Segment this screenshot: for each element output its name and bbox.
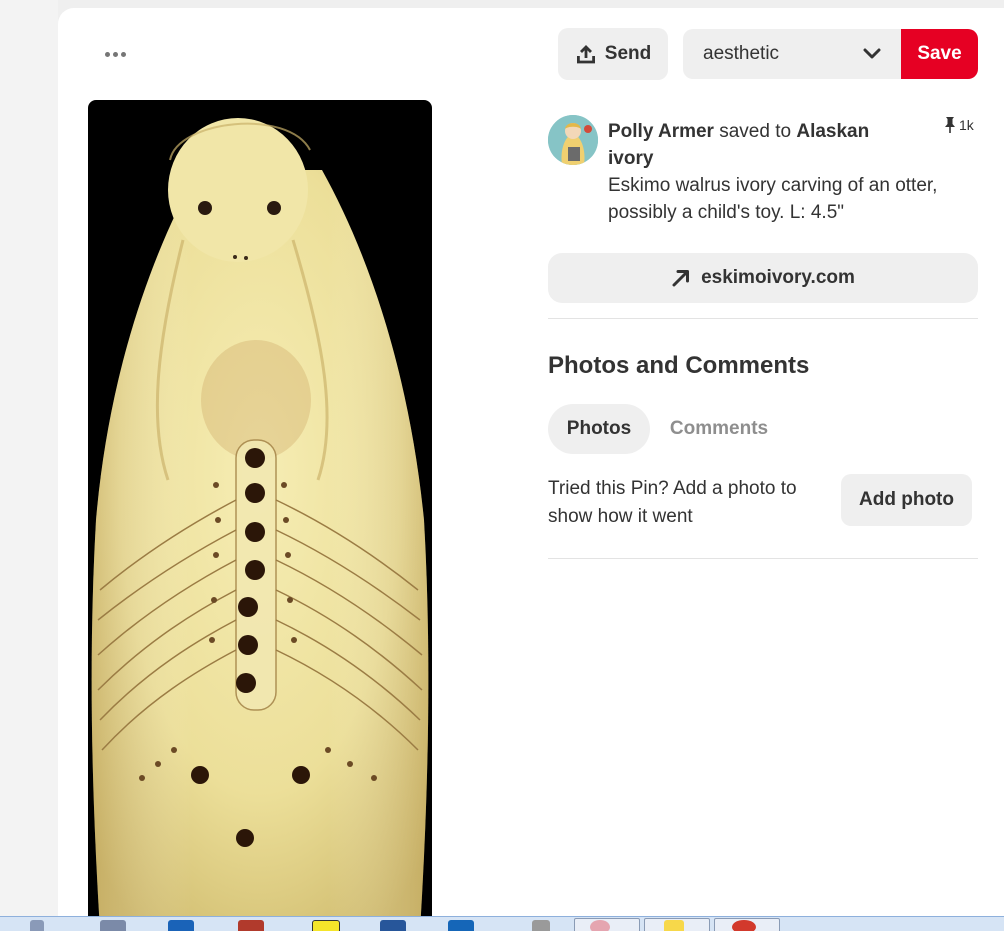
saved-to-text: saved to	[713, 121, 797, 142]
source-link-button[interactable]: eskimoivory.com	[548, 253, 978, 303]
pinner-attribution: Polly Armer saved to Alaskan ivory	[608, 118, 908, 172]
divider	[548, 558, 978, 559]
more-dot	[112, 51, 118, 57]
taskbar-app-icon	[590, 920, 610, 931]
pin-count-value: 1k	[959, 117, 974, 133]
save-button[interactable]: Save	[901, 29, 978, 79]
section-title: Photos and Comments	[548, 352, 810, 379]
pin-image[interactable]	[88, 100, 432, 930]
divider	[548, 318, 978, 319]
pushpin-icon	[945, 117, 955, 133]
taskbar-app-icon[interactable]	[312, 920, 340, 931]
pinner-name-link[interactable]: Polly Armer	[608, 121, 714, 142]
user-avatar-image	[548, 115, 598, 165]
board-select-dropdown[interactable]: aesthetic	[683, 29, 901, 79]
pin-count: 1k	[944, 116, 974, 134]
pin-description: Eskimo walrus ivory carving of an otter,…	[608, 175, 938, 223]
taskbar-app-icon[interactable]	[532, 920, 550, 931]
pin-closeup-card: Send aesthetic Save Polly Armer saved to…	[58, 8, 1004, 930]
more-options-button[interactable]	[100, 44, 130, 64]
taskbar-app-icon[interactable]	[100, 920, 126, 931]
source-link-label: eskimoivory.com	[701, 267, 855, 288]
board-select-value: aesthetic	[703, 43, 780, 64]
page-background	[0, 0, 58, 916]
tab-photos[interactable]: Photos	[548, 404, 650, 454]
tried-pin-prompt: Tried this Pin? Add a photo to show how …	[548, 478, 797, 527]
taskbar-app-icon[interactable]	[30, 920, 44, 931]
taskbar-app-icon[interactable]	[168, 920, 194, 931]
taskbar-app-icon[interactable]	[238, 920, 264, 931]
arrow-up-right-icon	[672, 270, 690, 287]
more-dot	[120, 51, 126, 57]
tab-comments[interactable]: Comments	[658, 404, 780, 454]
chevron-down-icon	[863, 48, 881, 59]
send-label: Send	[604, 43, 652, 64]
taskbar-app-icon	[732, 920, 756, 931]
os-taskbar	[0, 916, 1004, 931]
taskbar-app-icon	[664, 920, 684, 931]
upload-icon	[576, 45, 595, 64]
more-dot	[104, 51, 110, 57]
taskbar-app-icon[interactable]	[380, 920, 406, 931]
add-photo-button[interactable]: Add photo	[841, 474, 972, 526]
otter-carving-image	[91, 118, 429, 930]
send-button[interactable]: Send	[558, 28, 668, 80]
avatar[interactable]	[548, 115, 598, 165]
taskbar-app-icon[interactable]	[448, 920, 474, 931]
